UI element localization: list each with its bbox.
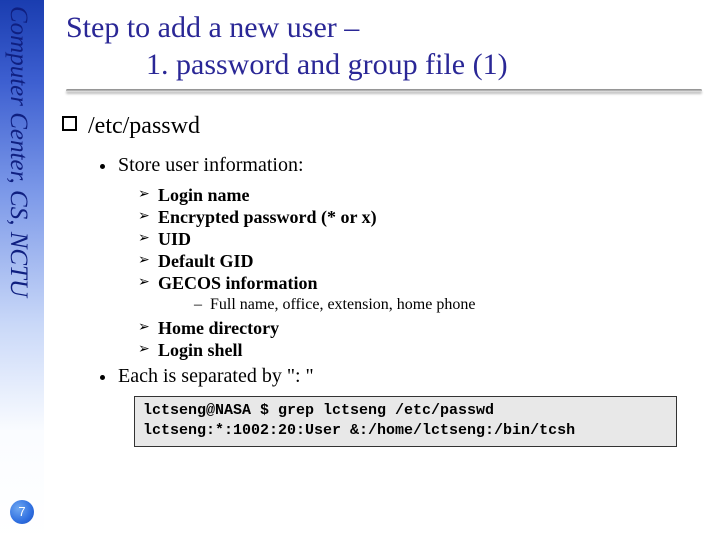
lvl3-text: GECOS information	[158, 273, 318, 293]
title-line1: Step to add a new user –	[66, 11, 359, 44]
slide: Computer Center, CS, NCTU Step to add a …	[0, 0, 720, 540]
lvl3-text: Login shell	[158, 340, 243, 360]
lvl2-text: Store user information:	[118, 154, 304, 176]
dot-bullet-icon	[100, 375, 105, 380]
lvl3-item: ➢ GECOS information	[138, 273, 702, 294]
dot-bullet-icon	[100, 164, 105, 169]
lvl3-item: ➢ Encrypted password (* or x)	[138, 207, 702, 228]
lvl1-item: /etc/passwd	[66, 113, 702, 140]
code-line: lctseng@NASA $ grep lctseng /etc/passwd	[143, 402, 494, 419]
arrow-bullet-icon: ➢	[138, 319, 150, 336]
dash-bullet-icon: –	[194, 296, 202, 314]
lvl3-item: ➢ Home directory	[138, 318, 702, 339]
lvl3-item: ➢ Default GID	[138, 251, 702, 272]
arrow-bullet-icon: ➢	[138, 230, 150, 247]
lvl4-text: Full name, office, extension, home phone	[210, 296, 475, 313]
lvl4-item: – Full name, office, extension, home pho…	[194, 296, 702, 314]
lvl3-text: Encrypted password (* or x)	[158, 207, 377, 227]
lvl2-item: Store user information:	[100, 154, 702, 177]
arrow-bullet-icon: ➢	[138, 252, 150, 269]
slide-body: /etc/passwd Store user information: ➢ Lo…	[66, 113, 702, 447]
arrow-bullet-icon: ➢	[138, 341, 150, 358]
lvl2-item: Each is separated by ": "	[100, 365, 702, 388]
code-line: lctseng:*:1002:20:User &:/home/lctseng:/…	[143, 422, 575, 439]
content-area: Step to add a new user – 1. password and…	[66, 10, 702, 447]
lvl1-text: /etc/passwd	[88, 113, 200, 139]
arrow-bullet-icon: ➢	[138, 186, 150, 203]
title-underline	[66, 89, 702, 93]
lvl2-text: Each is separated by ": "	[118, 365, 314, 387]
page-number-badge: 7	[10, 500, 34, 524]
square-bullet-icon	[62, 116, 77, 131]
title-line2: 1. password and group file (1)	[146, 48, 508, 81]
lvl3-text: Default GID	[158, 251, 254, 271]
lvl3-item: ➢ UID	[138, 229, 702, 250]
lvl3-text: Home directory	[158, 318, 279, 338]
lvl3-item: ➢ Login name	[138, 185, 702, 206]
code-block: lctseng@NASA $ grep lctseng /etc/passwd …	[134, 396, 677, 447]
lvl3-text: Login name	[158, 185, 250, 205]
slide-title: Step to add a new user – 1. password and…	[66, 10, 702, 83]
arrow-bullet-icon: ➢	[138, 208, 150, 225]
lvl3-item: ➢ Login shell	[138, 340, 702, 361]
sidebar-label: Computer Center, CS, NCTU	[4, 6, 32, 540]
arrow-bullet-icon: ➢	[138, 274, 150, 291]
lvl3-text: UID	[158, 229, 191, 249]
